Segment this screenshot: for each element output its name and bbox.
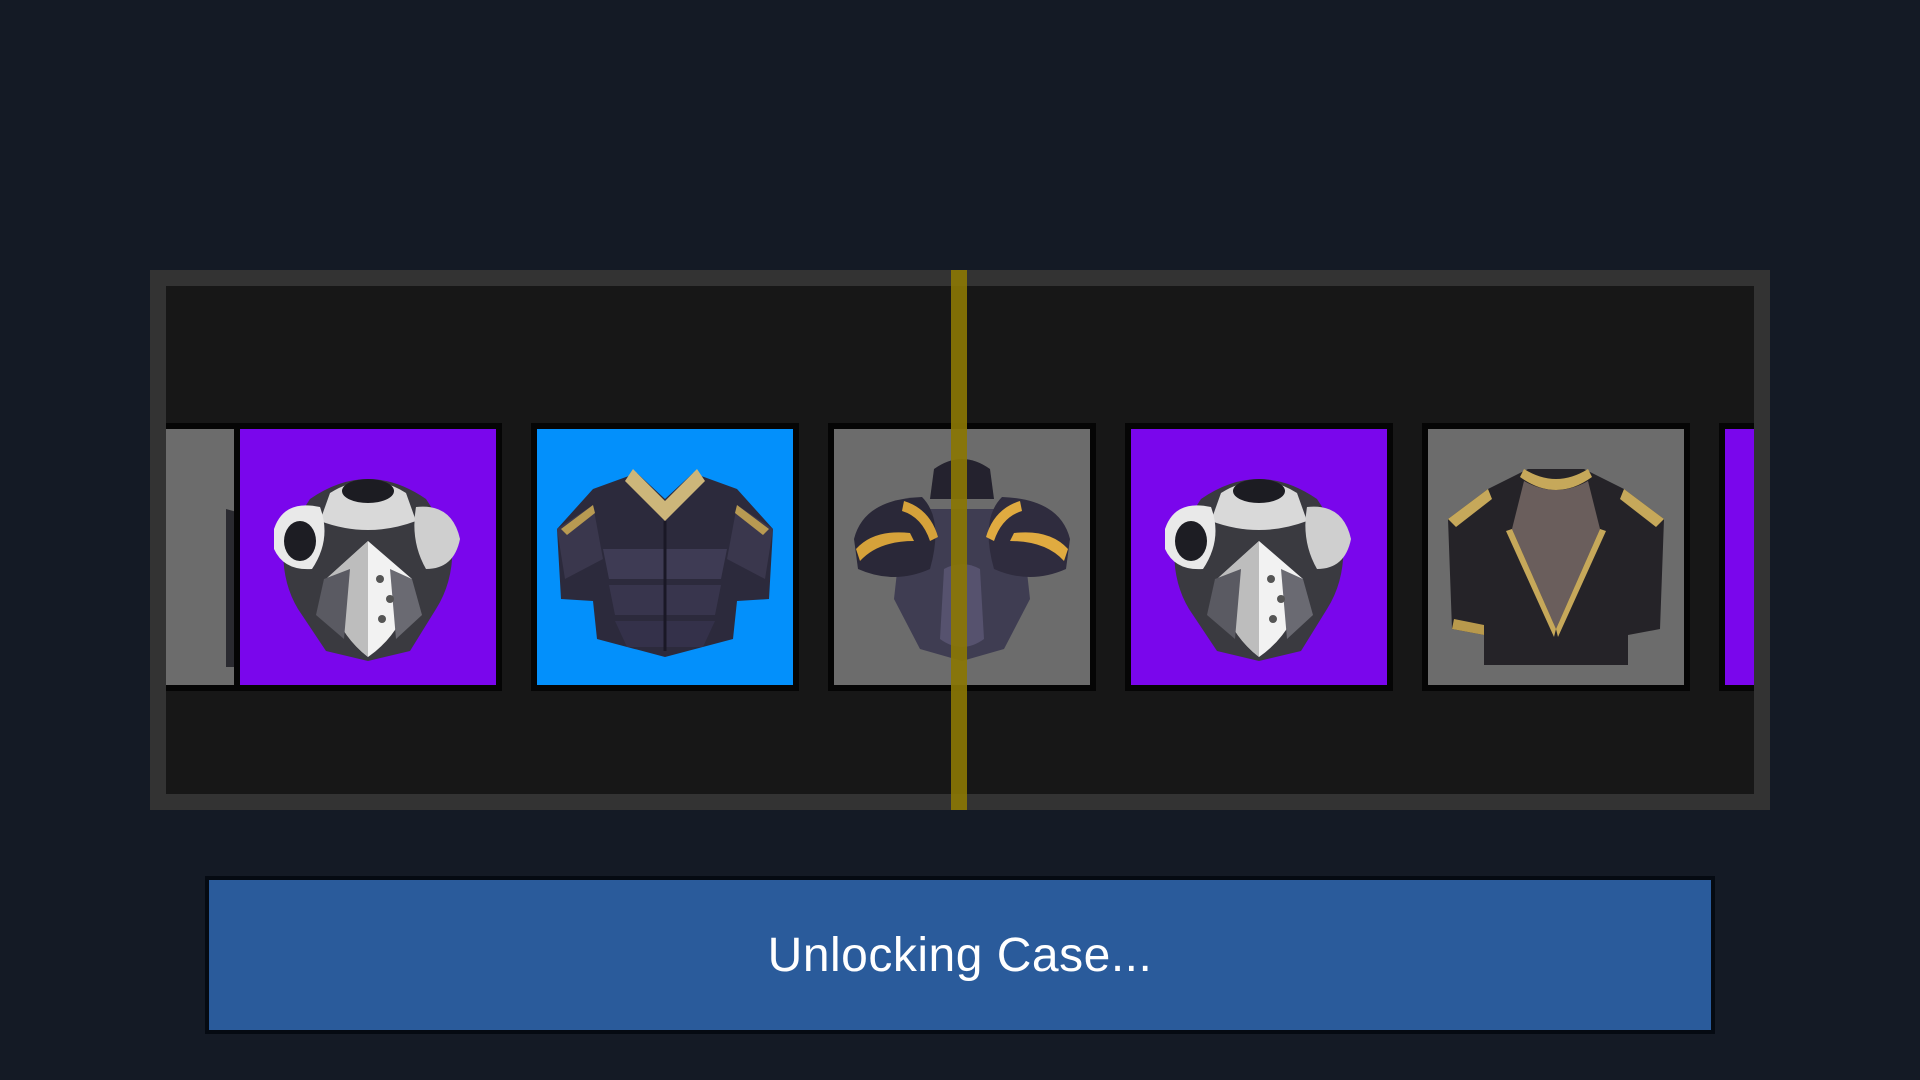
silver-plate-armor-icon: [274, 479, 460, 661]
rarity-background: [1725, 429, 1754, 685]
reel-item-silver-plate-armor: [234, 423, 502, 691]
unlock-case-label: Unlocking Case...: [767, 928, 1153, 982]
case-opening-screen: Unlocking Case...: [0, 0, 1920, 1080]
silver-plate-armor-icon: [1165, 479, 1351, 661]
dark-gold-trim-armor-icon: [557, 469, 773, 657]
reel-item-partial-right: [1719, 423, 1754, 691]
rarity-background: [240, 429, 496, 685]
rarity-background: [537, 429, 793, 685]
rarity-background: [1131, 429, 1387, 685]
unlock-case-button[interactable]: Unlocking Case...: [205, 876, 1715, 1034]
armor-partial-icon: [1725, 429, 1754, 685]
reel-item-silver-plate-armor: [1125, 423, 1393, 691]
rarity-background: [1428, 429, 1684, 685]
reel-item-cloth-tunic-armor: [1422, 423, 1690, 691]
selection-pointer-line: [951, 270, 967, 810]
cloth-tunic-armor-icon: [1448, 469, 1664, 665]
reel-item-dark-gold-trim-armor: [531, 423, 799, 691]
